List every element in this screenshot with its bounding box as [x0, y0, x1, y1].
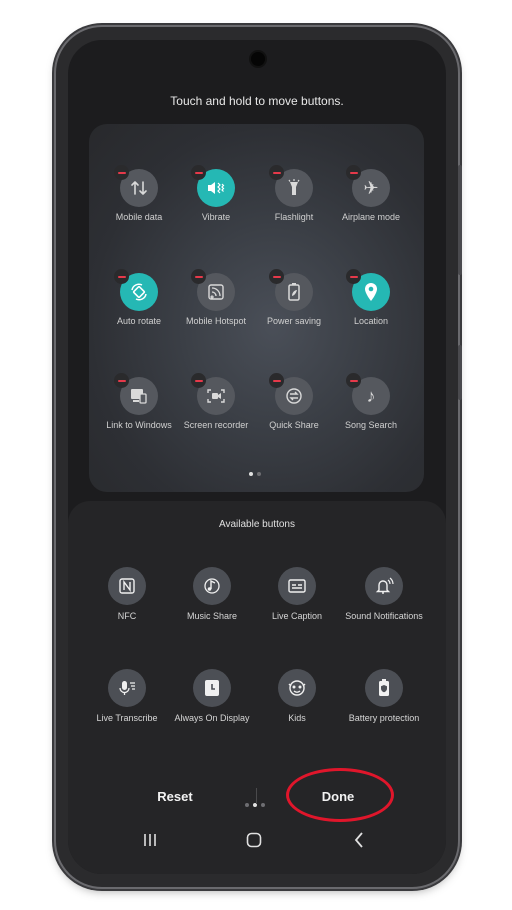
- page-dot: [257, 472, 261, 476]
- remove-icon[interactable]: [346, 373, 361, 388]
- tile-quick-share[interactable]: Quick Share: [250, 373, 338, 430]
- tile-vibrate[interactable]: Vibrate: [172, 165, 260, 222]
- tile-mobile-hotspot[interactable]: Mobile Hotspot: [172, 269, 260, 326]
- available-kids[interactable]: Kids: [252, 669, 342, 723]
- tile-power-saving[interactable]: Power saving: [250, 269, 338, 326]
- available-buttons-title: Available buttons: [219, 519, 295, 530]
- available-always-on-display[interactable]: Always On Display: [167, 669, 257, 723]
- footer-divider: [256, 788, 257, 804]
- remove-icon[interactable]: [191, 373, 206, 388]
- button-label: Live Caption: [271, 611, 323, 621]
- button-label: Always On Display: [174, 713, 250, 723]
- remove-icon[interactable]: [114, 165, 129, 180]
- tile-song-search[interactable]: ♪ Song Search: [327, 373, 415, 430]
- battery-leaf-icon: [269, 269, 313, 311]
- nfc-icon: [108, 567, 146, 605]
- tile-link-to-windows[interactable]: Link to Windows: [95, 373, 183, 430]
- highlight-ring: [286, 768, 394, 822]
- tile-flashlight[interactable]: Flashlight: [250, 165, 338, 222]
- quick-settings-panel: Mobile data Vibrate Flashlight ✈ Airplan…: [89, 124, 424, 492]
- auto-rotate-icon: [114, 269, 158, 311]
- remove-icon[interactable]: [269, 373, 284, 388]
- page-indicator: [245, 803, 265, 807]
- always-on-display-icon: [193, 669, 231, 707]
- tile-label: Auto rotate: [116, 316, 162, 326]
- tile-label: Song Search: [344, 420, 398, 430]
- tile-label: Flashlight: [274, 212, 314, 222]
- music-share-icon: [193, 567, 231, 605]
- page-indicator: [249, 472, 261, 476]
- power-button: [458, 345, 462, 400]
- kids-icon: [278, 669, 316, 707]
- swap-vert-icon: [114, 165, 158, 207]
- remove-icon[interactable]: [269, 269, 284, 284]
- remove-icon[interactable]: [191, 269, 206, 284]
- location-pin-icon: [346, 269, 390, 311]
- volume-button: [458, 165, 462, 275]
- tile-label: Power saving: [266, 316, 322, 326]
- tile-label: Screen recorder: [183, 420, 249, 430]
- available-battery-protection[interactable]: Battery protection: [339, 669, 429, 723]
- quick-share-icon: [269, 373, 313, 415]
- sound-notifications-icon: [365, 567, 403, 605]
- tile-auto-rotate[interactable]: Auto rotate: [95, 269, 183, 326]
- button-label: Sound Notifications: [345, 611, 423, 621]
- airplane-icon: ✈: [346, 165, 390, 207]
- button-label: Live Transcribe: [96, 713, 158, 723]
- remove-icon[interactable]: [346, 165, 361, 180]
- tile-label: Location: [353, 316, 389, 326]
- screen: Touch and hold to move buttons. Mobile d…: [68, 40, 446, 874]
- remove-icon[interactable]: [346, 269, 361, 284]
- hotspot-icon: [191, 269, 235, 311]
- available-live-caption[interactable]: Live Caption: [252, 567, 342, 621]
- flashlight-icon: [269, 165, 313, 207]
- tile-label: Quick Share: [269, 420, 319, 430]
- available-music-share[interactable]: Music Share: [167, 567, 257, 621]
- instruction-text: Touch and hold to move buttons.: [170, 94, 344, 108]
- home-icon[interactable]: [234, 828, 274, 852]
- available-sound-notifications[interactable]: Sound Notifications: [339, 567, 429, 621]
- tile-label: Mobile Hotspot: [185, 316, 247, 326]
- button-label: NFC: [117, 611, 137, 621]
- tile-screen-recorder[interactable]: Screen recorder: [172, 373, 260, 430]
- button-label: Music Share: [186, 611, 238, 621]
- remove-icon[interactable]: [114, 373, 129, 388]
- recent-apps-icon[interactable]: [130, 828, 170, 852]
- button-label: Battery protection: [348, 713, 420, 723]
- tile-mobile-data[interactable]: Mobile data: [95, 165, 183, 222]
- live-caption-icon: [278, 567, 316, 605]
- button-label: Kids: [288, 713, 306, 723]
- available-nfc[interactable]: NFC: [82, 567, 172, 621]
- battery-protection-icon: [365, 669, 403, 707]
- tile-airplane-mode[interactable]: ✈ Airplane mode: [327, 165, 415, 222]
- vibrate-icon: [191, 165, 235, 207]
- screen-recorder-icon: [191, 373, 235, 415]
- page-dot: [249, 472, 253, 476]
- tile-label: Vibrate: [201, 212, 231, 222]
- reset-button[interactable]: Reset: [130, 785, 220, 809]
- available-buttons-sheet: Available buttons NFC Music Share Live C…: [68, 501, 446, 874]
- tile-label: Airplane mode: [341, 212, 401, 222]
- remove-icon[interactable]: [269, 165, 284, 180]
- remove-icon[interactable]: [114, 269, 129, 284]
- tile-location[interactable]: Location: [327, 269, 415, 326]
- live-transcribe-icon: [108, 669, 146, 707]
- remove-icon[interactable]: [191, 165, 206, 180]
- back-icon[interactable]: [339, 828, 379, 852]
- front-camera: [251, 52, 265, 66]
- available-live-transcribe[interactable]: Live Transcribe: [82, 669, 172, 723]
- page-dot: [261, 803, 265, 807]
- link-windows-icon: [114, 373, 158, 415]
- navigation-bar: [68, 828, 446, 852]
- tile-label: Mobile data: [115, 212, 163, 222]
- tile-label: Link to Windows: [106, 420, 172, 430]
- music-note-icon: ♪: [346, 373, 390, 415]
- page-dot: [245, 803, 249, 807]
